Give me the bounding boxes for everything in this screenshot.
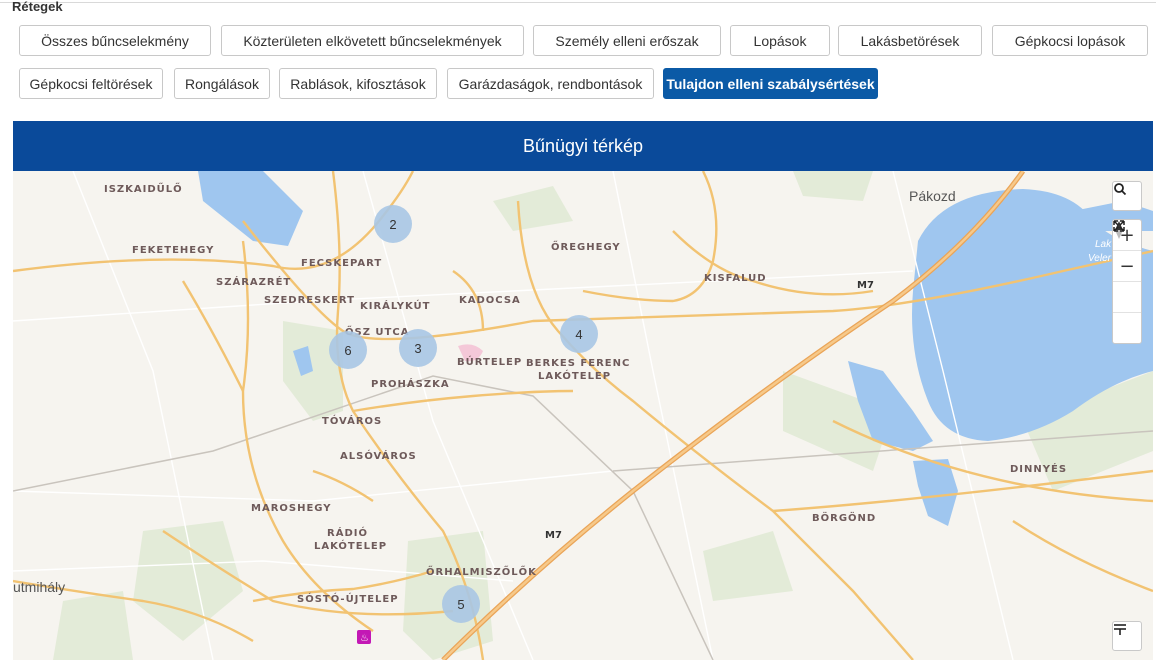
place-label: SÓSTÓ-ÚJTELEP bbox=[297, 592, 399, 605]
cluster-marker[interactable]: 5 bbox=[442, 585, 480, 623]
cluster-marker[interactable]: 4 bbox=[560, 315, 598, 353]
road-label: M7 bbox=[545, 530, 562, 541]
layer-button-car-breakins[interactable]: Gépkocsi feltörések bbox=[19, 68, 163, 99]
place-label: ŐRHALMISZŐLŐK bbox=[426, 564, 537, 578]
place-label: BÚRTELEP bbox=[457, 355, 522, 368]
place-label: MAROSHEGY bbox=[251, 503, 332, 514]
lake-label: Lak bbox=[1095, 239, 1112, 250]
map-title: Bűnügyi térkép bbox=[13, 121, 1153, 171]
town-label: Pákozd bbox=[909, 188, 956, 204]
place-label: FECSKEPART bbox=[301, 258, 382, 269]
place-label: PROHÁSZKA bbox=[371, 377, 450, 390]
cluster-count: 6 bbox=[344, 343, 351, 358]
layer-button-car-thefts[interactable]: Gépkocsi lopások bbox=[992, 25, 1148, 56]
place-label: KISFALUD bbox=[704, 273, 767, 284]
road-label: M7 bbox=[857, 280, 874, 291]
cluster-count: 3 bbox=[414, 341, 421, 356]
fullscreen-button[interactable] bbox=[1113, 220, 1141, 343]
zoom-out-button[interactable]: − bbox=[1113, 251, 1141, 282]
place-label: SZEDRESKERT bbox=[264, 295, 355, 306]
cluster-count: 2 bbox=[389, 217, 396, 232]
place-label: KIRÁLYKÚT bbox=[360, 299, 430, 312]
place-label: SZÁRAZRÉT bbox=[216, 275, 291, 288]
layer-button-burglaries[interactable]: Lakásbetörések bbox=[838, 25, 982, 56]
search-icon bbox=[1114, 183, 1127, 196]
cluster-count: 4 bbox=[575, 327, 582, 342]
layer-button-violence[interactable]: Személy elleni erőszak bbox=[533, 25, 721, 56]
place-label: ISZKAIDŰLŐ bbox=[104, 181, 183, 195]
place-label: KADOCSA bbox=[459, 295, 521, 306]
map-zoom-controls: + − bbox=[1112, 219, 1142, 344]
place-label: TÓVÁROS bbox=[322, 414, 382, 427]
place-label: RÁDIÓ bbox=[327, 526, 368, 539]
cluster-marker[interactable]: 3 bbox=[399, 329, 437, 367]
place-label: LAKÓTELEP bbox=[538, 369, 611, 382]
layer-button-vandalism[interactable]: Rongálások bbox=[174, 68, 270, 99]
place-label: BÖRGÖND bbox=[812, 510, 876, 524]
layers-icon bbox=[1114, 624, 1126, 635]
place-label: FEKETEHEGY bbox=[132, 245, 214, 256]
cluster-marker[interactable]: 2 bbox=[374, 205, 412, 243]
cluster-count: 5 bbox=[457, 597, 464, 612]
place-label: DINNYÉS bbox=[1010, 462, 1067, 475]
place-label: ŐREGHEGY bbox=[551, 239, 621, 253]
place-label: ALSÓVÁROS bbox=[340, 449, 417, 462]
map-canvas: ISZKAIDŰLŐ FEKETEHEGY FECSKEPART SZÁRAZR… bbox=[13, 171, 1153, 660]
layer-button-public-space-crimes[interactable]: Közterületen elkövetett bűncselekmények bbox=[221, 25, 524, 56]
place-label: LAKÓTELEP bbox=[314, 539, 387, 552]
town-label: utmihály bbox=[13, 579, 65, 595]
layers-title: Rétegek bbox=[12, 0, 63, 14]
poi-marker-icon[interactable]: ♨ bbox=[357, 630, 371, 644]
layer-button-thefts[interactable]: Lopások bbox=[730, 25, 830, 56]
layer-button-robberies[interactable]: Rablások, kifosztások bbox=[279, 68, 437, 99]
compass-button[interactable] bbox=[1113, 221, 1141, 313]
map-search-button[interactable] bbox=[1112, 181, 1142, 211]
cluster-marker[interactable]: 6 bbox=[329, 331, 367, 369]
top-divider bbox=[0, 2, 1156, 3]
fullscreen-icon bbox=[1113, 220, 1125, 232]
place-label: BERKES FERENC bbox=[526, 358, 630, 369]
layer-button-all-crimes[interactable]: Összes bűncselekmény bbox=[19, 25, 211, 56]
layer-button-disorderly[interactable]: Garázdaságok, rendbontások bbox=[447, 68, 654, 99]
lake-label: Veler bbox=[1088, 253, 1112, 264]
map-layers-button[interactable] bbox=[1112, 621, 1142, 651]
svg-text:♨: ♨ bbox=[360, 633, 369, 644]
crime-map[interactable]: ISZKAIDŰLŐ FEKETEHEGY FECSKEPART SZÁRAZR… bbox=[13, 171, 1153, 660]
layer-button-property-offences[interactable]: Tulajdon elleni szabálysértések bbox=[663, 68, 878, 99]
